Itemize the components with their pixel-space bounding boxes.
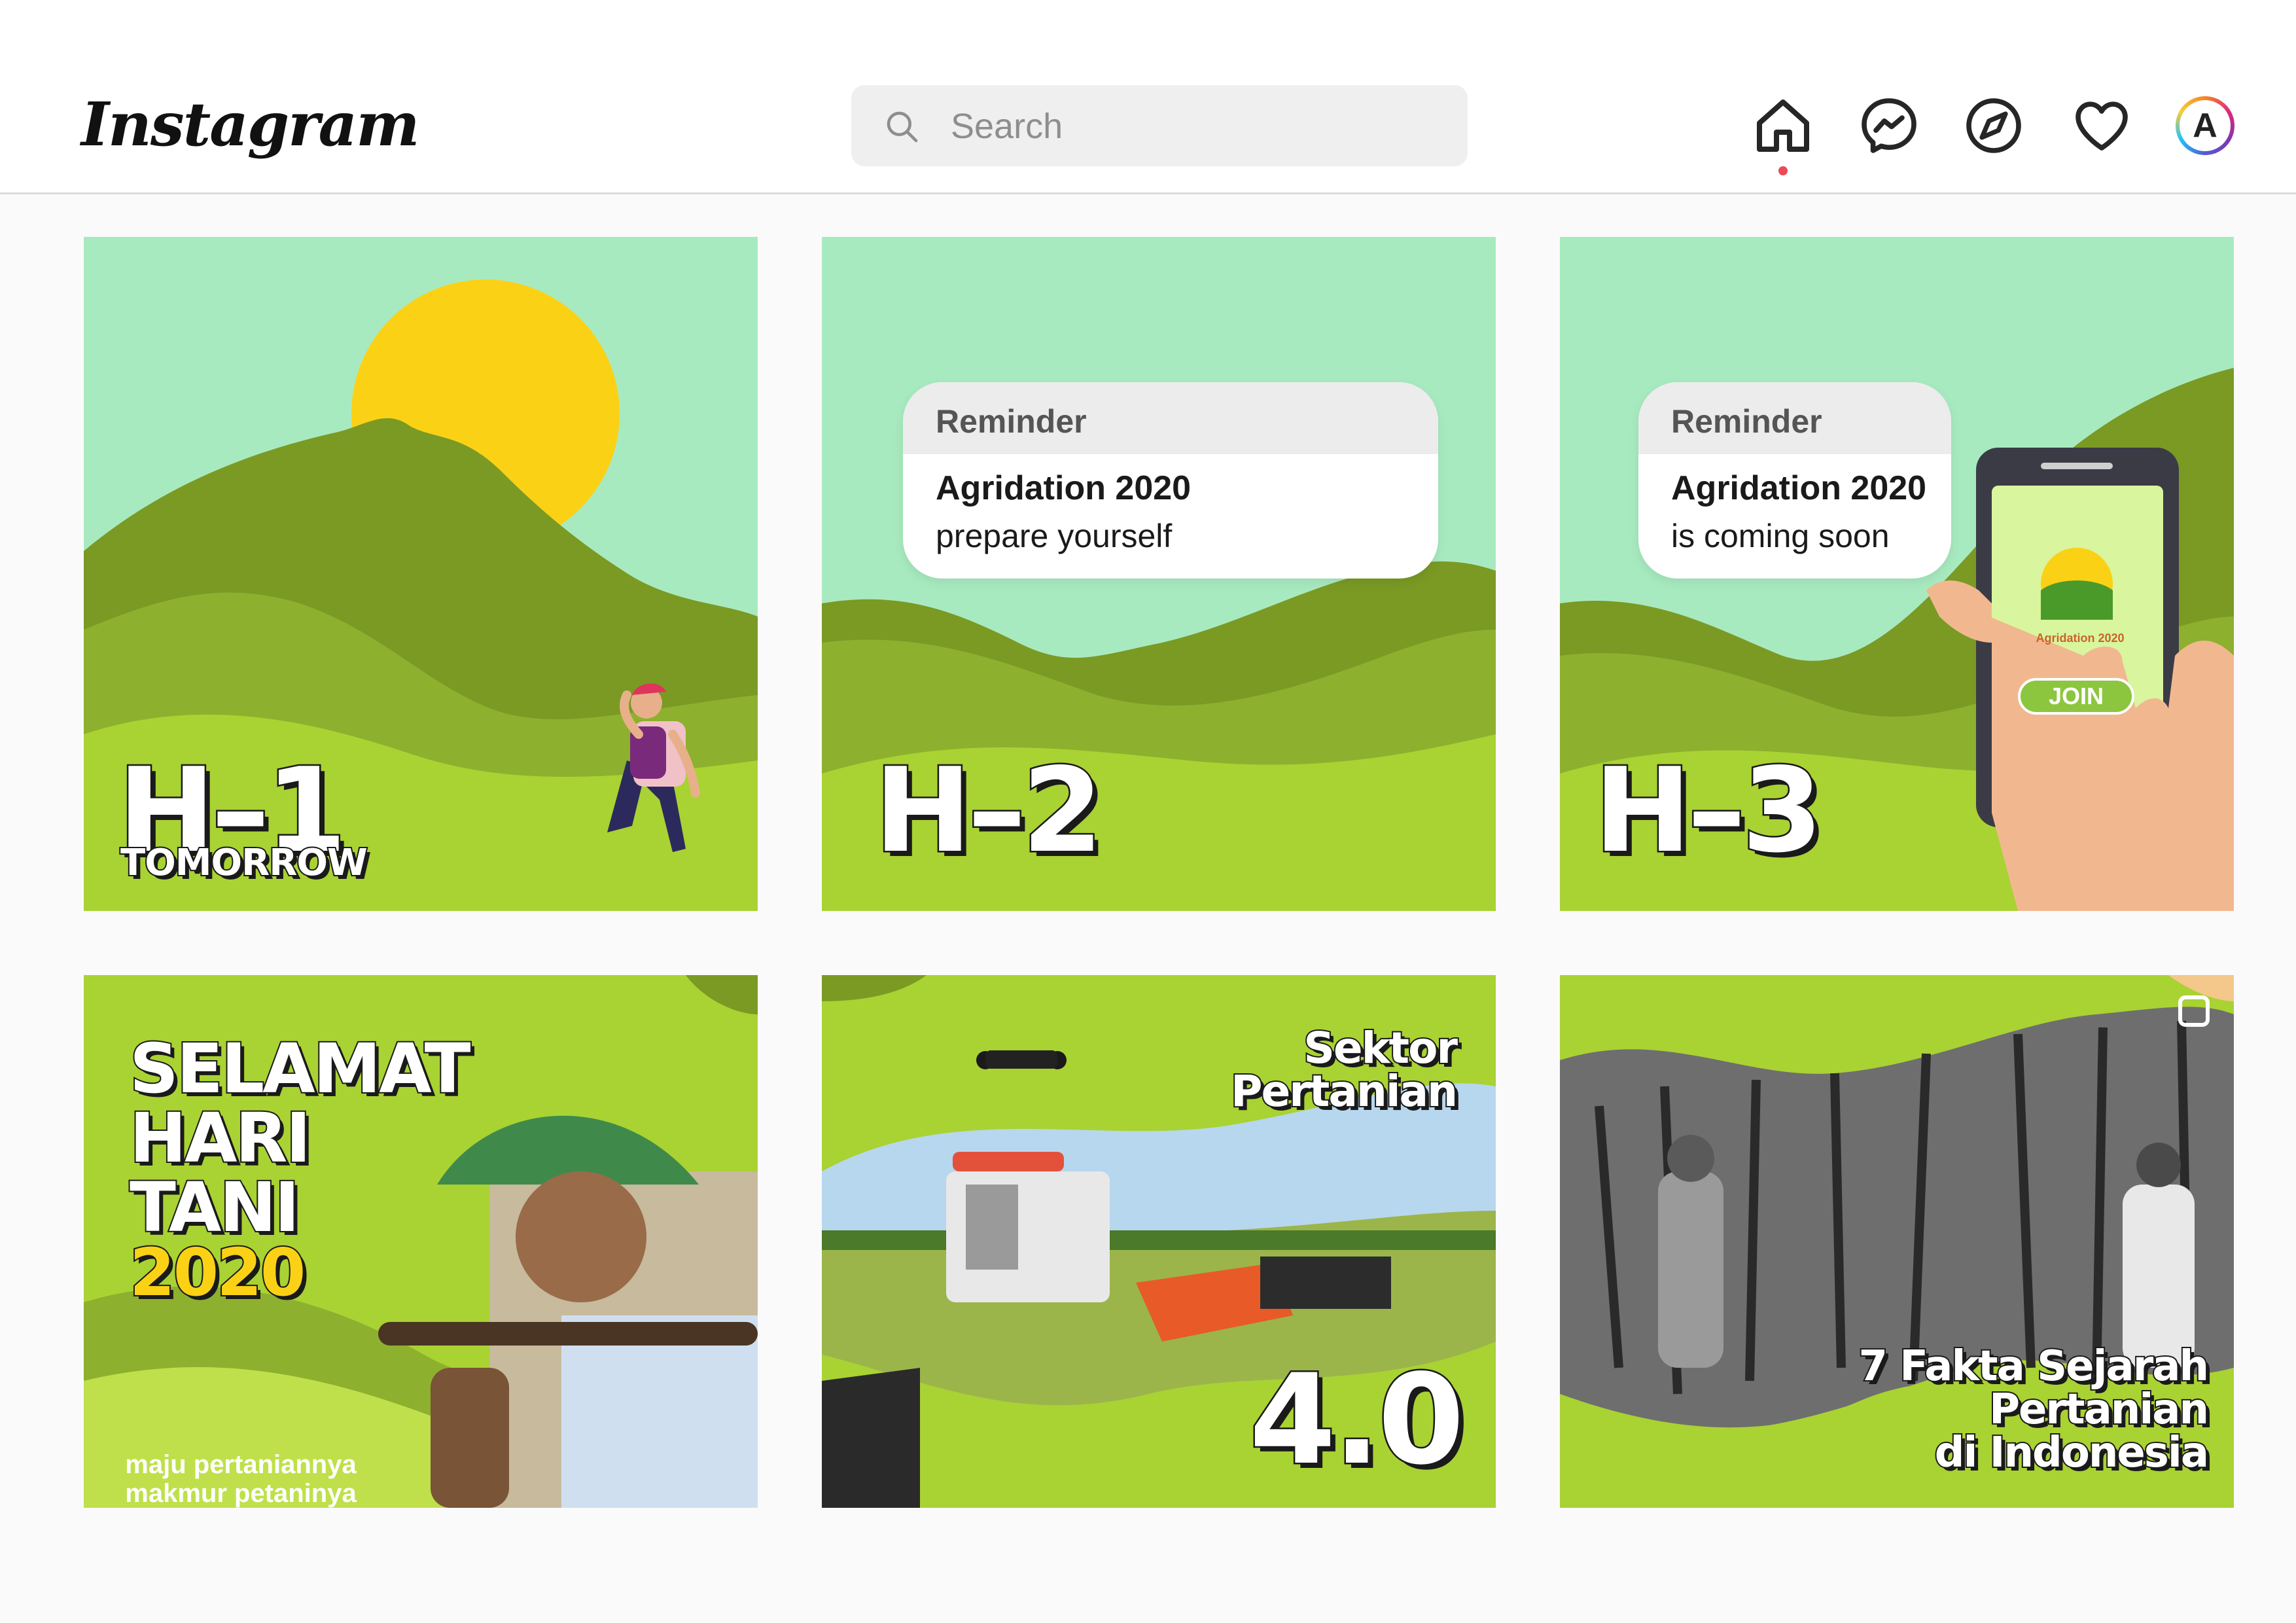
search-input[interactable] [949,99,1449,153]
top-navigation-bar: Instagram A [0,0,2296,194]
search-box[interactable] [851,85,1468,166]
reminder-label: Reminder [903,382,1438,454]
instagram-logo[interactable]: Instagram [81,79,420,170]
post-tile[interactable]: H–1 TOMORROW [84,237,758,911]
reminder-label: Reminder [1638,382,1951,454]
post-tile[interactable]: Sektor Pertanian 4.0 [822,975,1496,1508]
countdown-label: H–2 [873,743,1105,878]
post-title-year: 2020 [128,1234,307,1311]
post-big-number: 4.0 [1248,1347,1466,1492]
reminder-notification: Reminder Agridation 2020 prepare yoursel… [903,382,1438,579]
post-tile[interactable]: 7 Fakta Sejarah Pertanian di Indonesia [1560,975,2234,1508]
post-title-line: TANI [128,1168,301,1247]
heart-icon[interactable] [2070,94,2133,157]
reminder-title: Agridation 2020 [1671,469,1927,507]
post-title-line: Pertanian [1229,1066,1459,1116]
post-title-line: di Indonesia [1934,1429,2210,1477]
post-tile[interactable]: Agridation 2020 JOIN Reminder Agridation… [1560,237,2234,911]
post-caption-line: makmur petaninya [125,1479,357,1508]
post-title-line: HARI [128,1098,312,1178]
post-title-line: SELAMAT [128,1029,472,1109]
reminder-text: is coming soon [1671,518,1890,554]
app-logo-text: Agridation 2020 [2036,632,2125,645]
countdown-sublabel: TOMORROW [119,842,369,884]
reminder-text: prepare yourself [936,518,1173,554]
reminder-title: Agridation 2020 [936,469,1192,507]
join-button: JOIN [2018,678,2134,715]
search-icon [887,111,918,143]
post-tile[interactable]: Reminder Agridation 2020 prepare yoursel… [822,237,1496,911]
post-tile[interactable]: SELAMAT HARI TANI 2020 maju pertaniannya… [84,975,758,1508]
home-icon[interactable] [1752,94,1814,157]
active-indicator-dot [1778,166,1788,175]
post-title-line: Pertanian [1988,1385,2210,1434]
messenger-icon[interactable] [1858,94,1920,157]
post-title-line: 7 Fakta Sejarah [1857,1342,2210,1391]
avatar-initial: A [2180,100,2231,151]
post-caption-line: maju pertaniannya [125,1450,357,1479]
reminder-notification: Reminder Agridation 2020 is coming soon [1638,382,1951,579]
profile-avatar[interactable]: A [2176,96,2234,155]
countdown-label: H–3 [1593,743,1825,878]
post-title-line: Sektor [1302,1023,1459,1073]
explore-compass-icon[interactable] [1962,94,2025,157]
